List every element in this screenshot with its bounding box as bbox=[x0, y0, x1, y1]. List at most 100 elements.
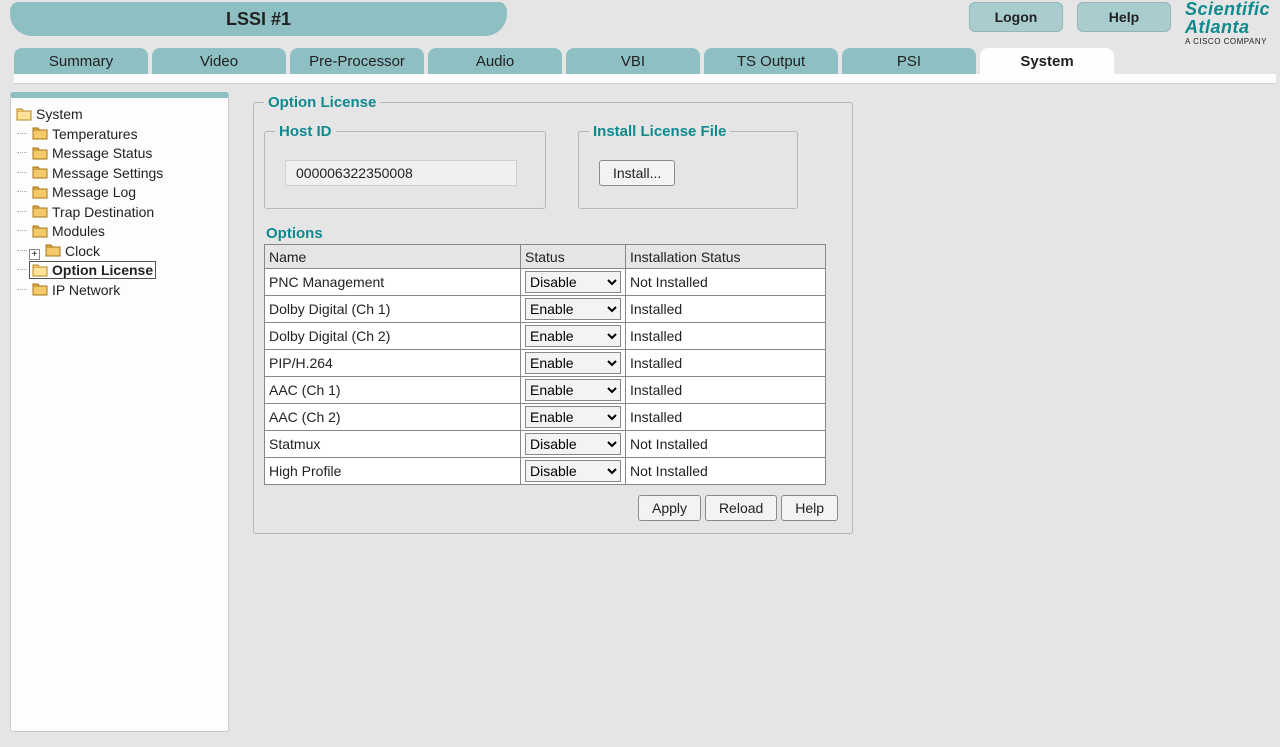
option-name: PIP/H.264 bbox=[265, 350, 521, 377]
folder-open-icon bbox=[16, 108, 32, 121]
table-row: PIP/H.264EnableDisableInstalled bbox=[265, 350, 826, 377]
option-status-select[interactable]: EnableDisable bbox=[525, 271, 621, 293]
option-install-status: Installed bbox=[626, 377, 826, 404]
tree-item-label: IP Network bbox=[52, 282, 120, 298]
option-status-select[interactable]: EnableDisable bbox=[525, 460, 621, 482]
option-install-status: Not Installed bbox=[626, 458, 826, 485]
install-license-fieldset: Install License File Install... bbox=[578, 123, 798, 209]
tree-item-modules[interactable]: Modules bbox=[29, 222, 108, 240]
option-status-cell: EnableDisable bbox=[521, 350, 626, 377]
option-name: AAC (Ch 1) bbox=[265, 377, 521, 404]
tree-item-message-status[interactable]: Message Status bbox=[29, 144, 155, 162]
tree-item-trap-destination[interactable]: Trap Destination bbox=[29, 203, 157, 221]
folder-icon bbox=[32, 283, 48, 296]
option-status-select[interactable]: EnableDisable bbox=[525, 406, 621, 428]
options-col-install: Installation Status bbox=[626, 245, 826, 269]
option-status-select[interactable]: EnableDisable bbox=[525, 379, 621, 401]
option-name: PNC Management bbox=[265, 269, 521, 296]
option-status-select[interactable]: EnableDisable bbox=[525, 325, 621, 347]
option-status-cell: EnableDisable bbox=[521, 404, 626, 431]
tab-video[interactable]: Video bbox=[152, 48, 286, 74]
tree-item-label: Clock bbox=[65, 243, 100, 259]
system-tree: System TemperaturesMessage Status Message… bbox=[13, 105, 226, 299]
tree-item-message-settings[interactable]: Message Settings bbox=[29, 164, 166, 182]
brand-line2: Atlanta bbox=[1185, 18, 1270, 36]
tree-item-label: Message Log bbox=[52, 184, 136, 200]
logon-button[interactable]: Logon bbox=[969, 2, 1063, 32]
option-install-status: Installed bbox=[626, 296, 826, 323]
tree-item-label: Message Settings bbox=[52, 165, 163, 181]
table-row: PNC ManagementEnableDisableNot Installed bbox=[265, 269, 826, 296]
tab-underline bbox=[14, 74, 1276, 84]
tree-item-label: Trap Destination bbox=[52, 204, 154, 220]
tree-item-label: Option License bbox=[52, 262, 153, 278]
tree-item-ip-network[interactable]: IP Network bbox=[29, 281, 123, 299]
tree-item-option-license[interactable]: Option License bbox=[29, 261, 156, 279]
option-status-cell: EnableDisable bbox=[521, 431, 626, 458]
option-install-status: Installed bbox=[626, 404, 826, 431]
action-buttons: Apply Reload Help bbox=[264, 495, 842, 521]
option-install-status: Installed bbox=[626, 323, 826, 350]
reload-button[interactable]: Reload bbox=[705, 495, 777, 521]
brand-logo: Scientific Atlanta A CISCO COMPANY bbox=[1185, 0, 1270, 46]
option-status-select[interactable]: EnableDisable bbox=[525, 298, 621, 320]
option-name: AAC (Ch 2) bbox=[265, 404, 521, 431]
option-status-cell: EnableDisable bbox=[521, 458, 626, 485]
host-id-legend: Host ID bbox=[275, 123, 336, 140]
tree-root-system[interactable]: System bbox=[13, 105, 86, 123]
help-button-panel[interactable]: Help bbox=[781, 495, 838, 521]
option-status-select[interactable]: EnableDisable bbox=[525, 433, 621, 455]
options-col-name: Name bbox=[265, 245, 521, 269]
table-row: High ProfileEnableDisableNot Installed bbox=[265, 458, 826, 485]
table-row: Dolby Digital (Ch 1)EnableDisableInstall… bbox=[265, 296, 826, 323]
table-row: AAC (Ch 2)EnableDisableInstalled bbox=[265, 404, 826, 431]
options-heading: Options bbox=[266, 225, 842, 242]
table-row: StatmuxEnableDisableNot Installed bbox=[265, 431, 826, 458]
folder-icon bbox=[32, 147, 48, 160]
folder-icon bbox=[32, 127, 48, 140]
tree-item-label: Modules bbox=[52, 223, 105, 239]
help-button[interactable]: Help bbox=[1077, 2, 1171, 32]
host-id-value: 000006322350008 bbox=[285, 160, 517, 186]
option-status-cell: EnableDisable bbox=[521, 323, 626, 350]
folder-icon bbox=[32, 166, 48, 179]
table-row: Dolby Digital (Ch 2)EnableDisableInstall… bbox=[265, 323, 826, 350]
option-license-legend: Option License bbox=[264, 94, 380, 111]
page-title-text: LSSI #1 bbox=[226, 9, 291, 30]
folder-icon bbox=[32, 205, 48, 218]
install-license-legend: Install License File bbox=[589, 123, 730, 140]
option-name: Statmux bbox=[265, 431, 521, 458]
options-col-status: Status bbox=[521, 245, 626, 269]
options-table: Name Status Installation Status PNC Mana… bbox=[264, 244, 826, 485]
option-name: High Profile bbox=[265, 458, 521, 485]
tree-item-temperatures[interactable]: Temperatures bbox=[29, 125, 141, 143]
tab-summary[interactable]: Summary bbox=[14, 48, 148, 74]
tab-system[interactable]: System bbox=[980, 48, 1114, 74]
folder-icon bbox=[32, 264, 48, 277]
tab-psi[interactable]: PSI bbox=[842, 48, 976, 74]
expand-icon[interactable]: + bbox=[29, 249, 40, 260]
apply-button[interactable]: Apply bbox=[638, 495, 701, 521]
option-status-cell: EnableDisable bbox=[521, 269, 626, 296]
folder-icon bbox=[32, 186, 48, 199]
tab-ts-output[interactable]: TS Output bbox=[704, 48, 838, 74]
system-tree-panel: System TemperaturesMessage Status Message… bbox=[10, 92, 229, 732]
option-status-cell: EnableDisable bbox=[521, 377, 626, 404]
brand-line1: Scientific bbox=[1185, 0, 1270, 18]
tab-vbi[interactable]: VBI bbox=[566, 48, 700, 74]
option-status-cell: EnableDisable bbox=[521, 296, 626, 323]
option-license-fieldset: Option License Host ID 000006322350008 I… bbox=[253, 94, 853, 534]
option-license-panel: Option License Host ID 000006322350008 I… bbox=[253, 92, 853, 732]
tree-root-label: System bbox=[36, 106, 83, 122]
tree-item-clock[interactable]: Clock bbox=[42, 242, 103, 260]
option-install-status: Installed bbox=[626, 350, 826, 377]
option-name: Dolby Digital (Ch 1) bbox=[265, 296, 521, 323]
option-install-status: Not Installed bbox=[626, 269, 826, 296]
tab-pre-processor[interactable]: Pre-Processor bbox=[290, 48, 424, 74]
option-status-select[interactable]: EnableDisable bbox=[525, 352, 621, 374]
tab-audio[interactable]: Audio bbox=[428, 48, 562, 74]
install-button[interactable]: Install... bbox=[599, 160, 675, 186]
option-name: Dolby Digital (Ch 2) bbox=[265, 323, 521, 350]
page-title: LSSI #1 bbox=[10, 2, 507, 36]
tree-item-message-log[interactable]: Message Log bbox=[29, 183, 139, 201]
